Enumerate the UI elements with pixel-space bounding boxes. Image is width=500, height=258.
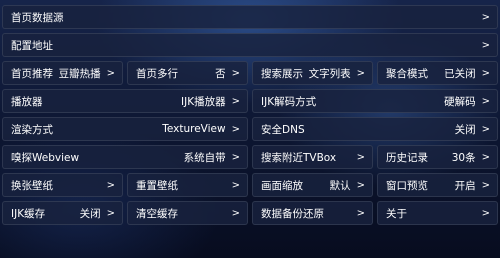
setting-home-multirow[interactable]: 首页多行 否 > (127, 61, 248, 85)
setting-about[interactable]: 关于 > (377, 201, 498, 225)
setting-reset-wallpaper[interactable]: 重置壁纸 > (127, 173, 248, 197)
setting-value: IJK播放器 (181, 95, 226, 108)
chevron-right-icon: > (481, 123, 490, 135)
setting-label: 搜索展示 (261, 67, 303, 80)
setting-label: 首页多行 (136, 67, 178, 80)
setting-render-mode[interactable]: 渲染方式 TextureView > (2, 117, 248, 141)
chevron-right-icon: > (481, 95, 490, 107)
setting-ijk-cache[interactable]: IJK缓存 关闭 > (2, 201, 123, 225)
setting-value: 文字列表 (308, 67, 351, 80)
setting-label: 数据备份还原 (261, 207, 324, 220)
chevron-right-icon: > (356, 67, 365, 79)
setting-value: 开启 (454, 179, 476, 192)
setting-label: 播放器 (11, 95, 43, 108)
chevron-right-icon: > (481, 11, 490, 23)
setting-change-wallpaper[interactable]: 换张壁纸 > (2, 173, 123, 197)
row-config-url: 配置地址 > (2, 33, 498, 57)
setting-label: IJK解码方式 (261, 95, 317, 108)
row-wallpaper: 换张壁纸 > 重置壁纸 > 画面缩放 默认 > 窗口预览 开启 > (2, 173, 498, 197)
setting-value: 否 (215, 67, 226, 80)
chevron-right-icon: > (106, 179, 115, 191)
chevron-right-icon: > (231, 207, 240, 219)
setting-search-display[interactable]: 搜索展示 文字列表 > (252, 61, 373, 85)
setting-label: 画面缩放 (261, 179, 303, 192)
row-webview: 嗅探Webview 系统自带 > 搜索附近TVBox > 历史记录 30条 > (2, 145, 498, 169)
chevron-right-icon: > (356, 207, 365, 219)
setting-ijk-decode[interactable]: IJK解码方式 硬解码 > (252, 89, 498, 113)
chevron-right-icon: > (356, 179, 365, 191)
setting-secure-dns[interactable]: 安全DNS 关闭 > (252, 117, 498, 141)
row-cache: IJK缓存 关闭 > 清空缓存 > 数据备份还原 > 关于 > (2, 201, 498, 225)
setting-label: 历史记录 (386, 151, 428, 164)
setting-home-recommend[interactable]: 首页推荐 豆瓣热播 > (2, 61, 123, 85)
setting-data-backup-restore[interactable]: 数据备份还原 > (252, 201, 373, 225)
setting-label: 首页数据源 (11, 11, 64, 24)
chevron-right-icon: > (106, 207, 115, 219)
setting-value: 默认 (329, 179, 351, 192)
setting-aggregate-mode[interactable]: 聚合模式 已关闭 > (377, 61, 498, 85)
row-home-options: 首页推荐 豆瓣热播 > 首页多行 否 > 搜索展示 文字列表 > 聚合模式 已关… (2, 61, 498, 85)
chevron-right-icon: > (231, 67, 240, 79)
setting-picture-scale[interactable]: 画面缩放 默认 > (252, 173, 373, 197)
setting-label: 嗅探Webview (11, 151, 80, 164)
setting-window-preview[interactable]: 窗口预览 开启 > (377, 173, 498, 197)
setting-value: 关闭 (454, 123, 476, 136)
setting-label: 安全DNS (261, 123, 305, 136)
setting-label: 首页推荐 (11, 67, 53, 80)
row-render: 渲染方式 TextureView > 安全DNS 关闭 > (2, 117, 498, 141)
setting-label: 渲染方式 (11, 123, 53, 136)
setting-value: 已关闭 (444, 67, 476, 80)
setting-label: 配置地址 (11, 39, 53, 52)
setting-history[interactable]: 历史记录 30条 > (377, 145, 498, 169)
row-player: 播放器 IJK播放器 > IJK解码方式 硬解码 > (2, 89, 498, 113)
setting-label: 关于 (386, 207, 407, 220)
chevron-right-icon: > (231, 95, 240, 107)
setting-value: 系统自带 (183, 151, 226, 164)
chevron-right-icon: > (481, 207, 490, 219)
setting-sniff-webview[interactable]: 嗅探Webview 系统自带 > (2, 145, 248, 169)
setting-value: 硬解码 (444, 95, 476, 108)
row-home-source: 首页数据源 > (2, 5, 498, 29)
setting-config-address[interactable]: 配置地址 > (2, 33, 498, 57)
setting-label: 重置壁纸 (136, 179, 178, 192)
chevron-right-icon: > (481, 67, 490, 79)
setting-value: TextureView (162, 123, 226, 135)
setting-value: 30条 (451, 151, 476, 164)
chevron-right-icon: > (231, 151, 240, 163)
setting-home-data-source[interactable]: 首页数据源 > (2, 5, 498, 29)
chevron-right-icon: > (356, 151, 365, 163)
setting-label: 窗口预览 (386, 179, 428, 192)
setting-value: 豆瓣热播 (58, 67, 101, 80)
setting-value: 关闭 (79, 207, 101, 220)
chevron-right-icon: > (481, 179, 490, 191)
setting-label: 聚合模式 (386, 67, 428, 80)
chevron-right-icon: > (481, 39, 490, 51)
setting-player[interactable]: 播放器 IJK播放器 > (2, 89, 248, 113)
setting-label: IJK缓存 (11, 207, 46, 220)
chevron-right-icon: > (106, 67, 115, 79)
setting-clear-cache[interactable]: 清空缓存 > (127, 201, 248, 225)
chevron-right-icon: > (231, 123, 240, 135)
setting-search-nearby-tvbox[interactable]: 搜索附近TVBox > (252, 145, 373, 169)
chevron-right-icon: > (481, 151, 490, 163)
setting-label: 换张壁纸 (11, 179, 53, 192)
setting-label: 搜索附近TVBox (261, 151, 337, 164)
setting-label: 清空缓存 (136, 207, 178, 220)
chevron-right-icon: > (231, 179, 240, 191)
